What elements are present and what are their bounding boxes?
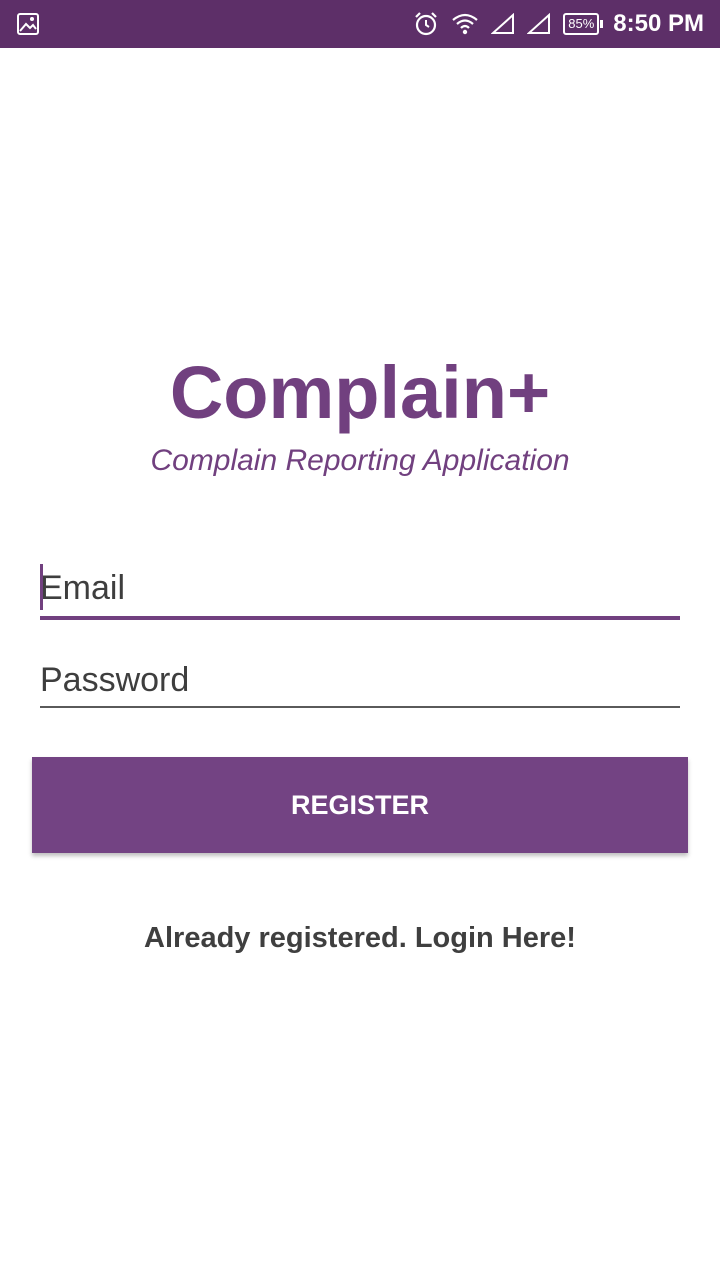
login-link[interactable]: Already registered. Login Here! bbox=[0, 922, 720, 955]
email-field[interactable] bbox=[40, 560, 680, 620]
gallery-icon bbox=[17, 13, 39, 35]
register-button[interactable]: REGISTER bbox=[32, 757, 688, 853]
signal-icon bbox=[527, 13, 551, 34]
app-title: Complain+ bbox=[169, 351, 551, 434]
app-subtitle: Complain Reporting Application bbox=[150, 444, 570, 477]
signal-icon bbox=[491, 13, 515, 34]
wifi-icon bbox=[452, 13, 478, 35]
status-time: 8:50 PM bbox=[613, 10, 704, 37]
email-input[interactable] bbox=[40, 560, 680, 616]
password-field[interactable] bbox=[40, 652, 680, 708]
password-input[interactable] bbox=[40, 652, 680, 708]
battery-level: 85% bbox=[563, 13, 600, 35]
battery-tip bbox=[600, 20, 604, 28]
status-bar: 85% 8:50 PM bbox=[0, 0, 720, 48]
text-cursor bbox=[40, 564, 43, 610]
status-icons: 85% 8:50 PM bbox=[401, 0, 704, 48]
battery-indicator: 85% bbox=[563, 13, 604, 35]
alarm-icon bbox=[415, 12, 438, 36]
